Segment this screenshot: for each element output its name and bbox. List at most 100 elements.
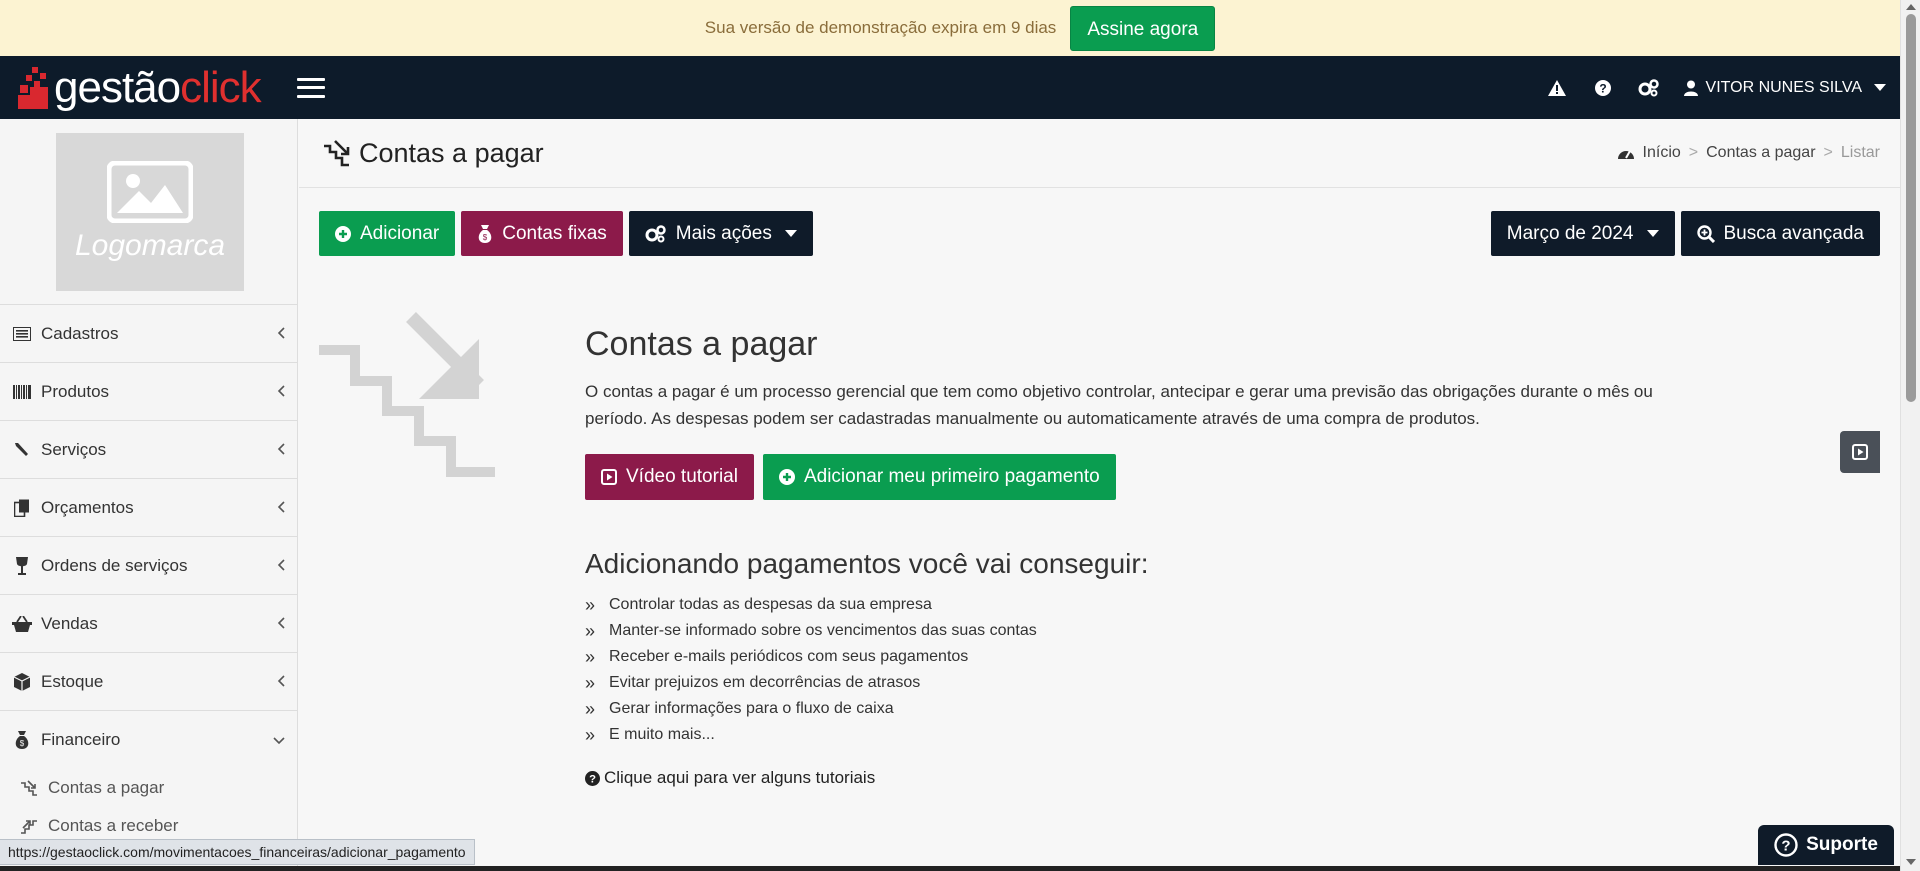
chevron-left-icon	[277, 498, 285, 518]
breadcrumb: Início > Contas a pagar > Listar	[1617, 144, 1880, 162]
dashboard-icon	[1617, 150, 1634, 159]
stairs-up-icon	[20, 816, 40, 836]
breadcrumb-separator: >	[1688, 144, 1699, 161]
support-label: Suporte	[1806, 834, 1878, 855]
breadcrumb-home-link[interactable]: Início	[1643, 144, 1681, 162]
sidebar-subitem-contas-a-pagar[interactable]: Contas a pagar	[0, 769, 297, 807]
chevron-left-icon	[277, 614, 285, 634]
tutorials-link-label: Clique aqui para ver alguns tutoriais	[604, 768, 876, 787]
svg-text:?: ?	[589, 773, 596, 785]
list-item: » Receber e-mails periódicos com seus pag…	[585, 644, 1685, 670]
advanced-search-button[interactable]: Busca avançada	[1680, 211, 1880, 256]
image-icon	[107, 161, 193, 223]
video-side-tab[interactable]	[1840, 431, 1880, 473]
sidebar-item-orcamentos[interactable]: Orçamentos	[0, 479, 297, 537]
user-menu[interactable]: VITOR NUNES SILVA	[1683, 79, 1886, 97]
sidebar-item-label: Estoque	[41, 671, 104, 691]
sidebar-item-financeiro[interactable]: $ Financeiro	[0, 711, 297, 769]
double-chevron-right-icon: »	[585, 699, 596, 719]
sidebar-item-ordens-de-servicos[interactable]: Ordens de serviços	[0, 537, 297, 595]
sidebar-item-label: Financeiro	[41, 730, 121, 749]
brand-logo[interactable]: gestãoclick	[18, 56, 262, 119]
scroll-up-icon[interactable]	[1906, 4, 1916, 10]
double-chevron-right-icon: »	[585, 595, 596, 615]
stairs-down-icon	[319, 312, 495, 477]
sidebar-item-produtos[interactable]: Produtos	[0, 363, 297, 421]
demo-expiry-text: Sua versão de demonstração expira em 9 d…	[704, 18, 1057, 37]
fixed-accounts-button[interactable]: $ Contas fixas	[461, 211, 623, 256]
play-icon	[1852, 444, 1868, 460]
help-icon: ?	[1774, 833, 1798, 857]
plus-circle-icon	[335, 225, 351, 242]
list-item: » Controlar todas as despesas da sua empr…	[585, 592, 1685, 618]
chevron-left-icon	[277, 382, 285, 402]
sidebar-item-vendas[interactable]: Vendas	[0, 595, 297, 653]
wineglass-icon	[12, 556, 32, 576]
play-icon	[601, 469, 617, 485]
video-tutorial-button[interactable]: Vídeo tutorial	[585, 454, 754, 500]
month-selector-label: Março de 2024	[1506, 222, 1634, 244]
sidebar-item-label: Vendas	[41, 613, 98, 633]
benefit-text: Gerar informações para o fluxo de caixa	[609, 700, 894, 717]
sidebar-item-servicos[interactable]: Serviços	[0, 421, 297, 479]
support-button[interactable]: ? Suporte	[1758, 825, 1894, 865]
sidebar: Logomarca Cadastros Produtos Serviços Or…	[0, 119, 298, 871]
double-chevron-right-icon: »	[585, 673, 596, 693]
benefit-text: Evitar prejuizos em decorrências de atra…	[609, 674, 921, 691]
bottom-edge	[0, 866, 1900, 871]
stairs-down-icon	[324, 140, 350, 167]
moneybag-icon: $	[12, 730, 32, 750]
sidebar-subitem-label: Contas a receber	[48, 816, 179, 835]
menu-toggle-icon[interactable]	[296, 77, 325, 98]
list-item: » Gerar informações para o fluxo de caixa	[585, 696, 1685, 722]
stairs-down-icon	[20, 778, 40, 798]
sidebar-item-label: Orçamentos	[41, 497, 134, 517]
settings-icon[interactable]	[1638, 77, 1660, 99]
subscribe-button[interactable]: Assine agora	[1070, 5, 1216, 51]
chevron-left-icon	[277, 324, 285, 344]
add-button[interactable]: Adicionar	[319, 211, 456, 256]
chevron-down-icon	[273, 730, 285, 750]
user-icon	[1683, 80, 1698, 96]
add-first-payment-button[interactable]: Adicionar meu primeiro pagamento	[762, 454, 1116, 500]
chevron-down-icon	[1646, 230, 1659, 237]
page-title: Contas a pagar	[359, 137, 544, 168]
company-logo-placeholder[interactable]: Logomarca	[56, 133, 244, 291]
breadcrumb-current: Listar	[1840, 144, 1880, 161]
video-tutorial-label: Vídeo tutorial	[626, 466, 738, 487]
empty-state-content: Contas a pagar O contas a pagar é um pro…	[585, 325, 1685, 788]
more-actions-label: Mais ações	[675, 222, 772, 244]
sidebar-item-label: Ordens de serviços	[41, 555, 188, 575]
sidebar-item-cadastros[interactable]: Cadastros	[0, 305, 297, 363]
breadcrumb-separator: >	[1823, 144, 1833, 161]
scroll-thumb[interactable]	[1906, 14, 1916, 402]
brand-name-part1: gestão	[54, 62, 181, 112]
vertical-scrollbar[interactable]	[1900, 0, 1920, 871]
empty-state-heading: Contas a pagar	[585, 325, 818, 363]
tutorials-link[interactable]: ? Clique aqui para ver alguns tutoriais	[585, 768, 1685, 788]
moneybag-icon: $	[478, 224, 492, 243]
main-content: Contas a pagar Início > Contas a pagar >…	[299, 119, 1900, 871]
scroll-down-icon[interactable]	[1906, 859, 1916, 865]
benefit-text: Receber e-mails periódicos com seus paga…	[609, 648, 969, 665]
sidebar-item-estoque[interactable]: Estoque	[0, 653, 297, 711]
month-selector[interactable]: Março de 2024	[1490, 211, 1675, 256]
svg-text:$: $	[483, 233, 488, 242]
benefit-text: Manter-se informado sobre os vencimentos…	[609, 622, 1037, 639]
breadcrumb-contas-link[interactable]: Contas a pagar	[1706, 144, 1815, 162]
benefit-text: Controlar todas as despesas da sua empre…	[609, 596, 932, 613]
sidebar-item-label: Cadastros	[41, 323, 119, 343]
chevron-left-icon	[277, 556, 285, 576]
add-first-payment-label: Adicionar meu primeiro pagamento	[803, 466, 1100, 487]
status-bar-url: https://gestaoclick.com/movimentacoes_fi…	[0, 839, 475, 865]
double-chevron-right-icon: »	[585, 647, 596, 667]
warning-icon[interactable]	[1546, 77, 1568, 99]
more-actions-dropdown[interactable]: Mais ações	[628, 211, 813, 256]
svg-text:?: ?	[1782, 838, 1791, 855]
double-chevron-right-icon: »	[585, 725, 596, 745]
benefit-text: E muito mais...	[609, 726, 715, 743]
svg-text:$: $	[20, 739, 25, 748]
help-icon[interactable]: ?	[1592, 77, 1614, 99]
demo-banner: Sua versão de demonstração expira em 9 d…	[0, 0, 1920, 56]
top-navbar: gestãoclick ? VITOR NUNES SILVA	[0, 56, 1900, 119]
